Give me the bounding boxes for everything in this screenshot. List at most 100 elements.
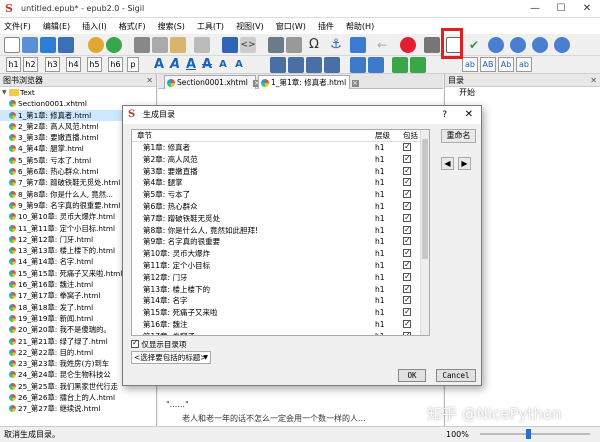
- plugin-1-icon[interactable]: [488, 37, 504, 53]
- toc-row-level[interactable]: h1: [375, 272, 403, 284]
- plugin-2-icon[interactable]: [510, 37, 526, 53]
- numbered-list-icon[interactable]: [368, 57, 384, 73]
- new-file-icon[interactable]: [4, 37, 20, 53]
- heart-icon[interactable]: [400, 37, 416, 53]
- save-icon[interactable]: [58, 37, 74, 53]
- include-checkbox[interactable]: [403, 318, 411, 330]
- toc-row-level[interactable]: h1: [375, 177, 403, 189]
- toc-row-title[interactable]: 第13章: 楼上楼下的: [132, 284, 375, 296]
- toc-row-title[interactable]: 第1章: 修真者: [132, 142, 375, 154]
- toc-row-title[interactable]: 第11章: 定个小目标: [132, 260, 375, 272]
- minimize-button[interactable]: —: [522, 0, 548, 18]
- heading-h4-button[interactable]: h4: [66, 57, 81, 72]
- toc-row[interactable]: 第16章: 魏注 h1: [132, 318, 429, 331]
- underline-icon[interactable]: A: [184, 56, 198, 73]
- paragraph-button[interactable]: p: [127, 57, 139, 72]
- zoom-slider[interactable]: [480, 433, 590, 435]
- include-checkbox[interactable]: [403, 330, 411, 335]
- back-icon[interactable]: ←: [374, 37, 390, 53]
- include-checkbox[interactable]: [403, 141, 411, 153]
- toc-row[interactable]: 第14章: 名字 h1: [132, 294, 429, 307]
- case-toggle-button[interactable]: ab: [516, 57, 532, 72]
- scrollbar-thumb[interactable]: [422, 139, 428, 259]
- toc-row-level[interactable]: h1: [375, 142, 403, 154]
- arrow-left-button[interactable]: ◀: [441, 157, 454, 170]
- menu-edit[interactable]: 编辑(E): [43, 21, 70, 32]
- toc-row[interactable]: 第4章: 腿掌 h1: [132, 176, 429, 189]
- maximize-button[interactable]: ☐: [548, 0, 574, 18]
- include-checkbox[interactable]: [403, 306, 411, 318]
- menu-tools[interactable]: 工具(T): [197, 21, 224, 32]
- toc-row-level[interactable]: h1: [375, 307, 403, 319]
- plugin-3-icon[interactable]: [532, 37, 548, 53]
- toc-row-title[interactable]: 第10章: 灵币大爆炸: [132, 248, 375, 260]
- include-checkbox[interactable]: [403, 271, 411, 283]
- include-checkbox[interactable]: [403, 212, 411, 224]
- toc-row-title[interactable]: 第7章: 蹭破铁鞋无觅处: [132, 213, 375, 225]
- open-folder-icon[interactable]: [22, 37, 38, 53]
- include-checkbox[interactable]: [403, 200, 411, 212]
- undo-icon[interactable]: [88, 37, 104, 53]
- toc-row[interactable]: 第13章: 楼上楼下的 h1: [132, 283, 429, 296]
- file-item[interactable]: 27_第27章: 继续说.html: [0, 403, 156, 414]
- justify-icon[interactable]: [324, 57, 340, 73]
- include-checkbox[interactable]: [403, 259, 411, 271]
- toc-row[interactable]: 第2章: 高人风范 h1: [132, 153, 429, 166]
- toc-scrollbar[interactable]: [420, 130, 429, 335]
- include-checkbox[interactable]: [403, 153, 411, 165]
- toc-row-title[interactable]: 第17章: 拳窝子: [132, 331, 375, 335]
- toc-row[interactable]: 第1章: 修真者 h1: [132, 141, 429, 154]
- toc-row-title[interactable]: 第12章: 门牙: [132, 272, 375, 284]
- toc-item-start[interactable]: 开始: [445, 87, 600, 99]
- cut-icon[interactable]: [134, 37, 150, 53]
- toc-row[interactable]: 第3章: 要嫩直播 h1: [132, 165, 429, 178]
- align-left-icon[interactable]: [270, 57, 286, 73]
- heading-h5-button[interactable]: h5: [87, 57, 102, 72]
- toc-row-title[interactable]: 第8章: 你是什么人, 竟然如此胆拜!: [132, 225, 375, 237]
- close-window-button[interactable]: ✕: [574, 0, 600, 18]
- lowercase-button[interactable]: ab: [462, 57, 478, 72]
- heading-select[interactable]: <选择要包括的标题> ▼: [131, 351, 211, 364]
- toc-row[interactable]: 第5章: 亏本了 h1: [132, 188, 429, 201]
- superscript-icon[interactable]: A: [232, 56, 246, 73]
- paste-special-icon[interactable]: [194, 37, 210, 53]
- toc-row-level[interactable]: h1: [375, 295, 403, 307]
- toc-row[interactable]: 第15章: 死痛子又来啦 h1: [132, 306, 429, 319]
- toc-row-title[interactable]: 第4章: 腿掌: [132, 177, 375, 189]
- toc-row[interactable]: 第7章: 蹭破铁鞋无觅处 h1: [132, 212, 429, 225]
- align-right-icon[interactable]: [306, 57, 322, 73]
- arrow-right-button[interactable]: ▶: [458, 157, 471, 170]
- show-only-included-option[interactable]: 仅显示目录项: [131, 338, 186, 350]
- menu-insert[interactable]: 插入(I): [82, 21, 107, 32]
- subscript-icon[interactable]: A: [216, 56, 230, 73]
- include-checkbox[interactable]: [403, 165, 411, 176]
- plugin-4-icon[interactable]: [554, 37, 570, 53]
- toc-row-level[interactable]: h1: [375, 319, 403, 331]
- toc-row-level[interactable]: h1: [375, 225, 403, 237]
- include-checkbox[interactable]: [403, 188, 411, 200]
- file-item[interactable]: 26_第26章: 擂台上的人.html: [0, 392, 156, 403]
- menu-view[interactable]: 视图(V): [236, 21, 264, 32]
- toc-row-level[interactable]: h1: [375, 201, 403, 213]
- insert-file-icon[interactable]: [286, 37, 302, 53]
- toc-row-level[interactable]: h1: [375, 248, 403, 260]
- close-icon[interactable]: ✕: [590, 74, 597, 87]
- toc-row-level[interactable]: h1: [375, 260, 403, 272]
- uppercase-button[interactable]: AB: [480, 57, 496, 72]
- heading-h3-button[interactable]: h3: [45, 57, 60, 72]
- include-checkbox[interactable]: [403, 176, 411, 188]
- outdent-icon[interactable]: [410, 57, 426, 73]
- tab-close-icon[interactable]: ✕: [351, 80, 359, 87]
- code-view-icon[interactable]: <>: [240, 37, 256, 53]
- tab-section0001[interactable]: Section0001.xhtml ✕: [164, 75, 261, 89]
- book-view-icon[interactable]: [222, 37, 238, 53]
- toc-row-title[interactable]: 第14章: 名字: [132, 295, 375, 307]
- help-button[interactable]: ?: [442, 106, 447, 124]
- ok-button[interactable]: OK: [398, 369, 426, 382]
- toc-row-title[interactable]: 第5章: 亏本了: [132, 189, 375, 201]
- toc-row-level[interactable]: h1: [375, 284, 403, 296]
- menu-help[interactable]: 帮助(H): [346, 21, 374, 32]
- include-checkbox[interactable]: [403, 224, 411, 235]
- toc-row-level[interactable]: h1: [375, 331, 403, 335]
- toc-row[interactable]: 第6章: 热心群众 h1: [132, 200, 429, 213]
